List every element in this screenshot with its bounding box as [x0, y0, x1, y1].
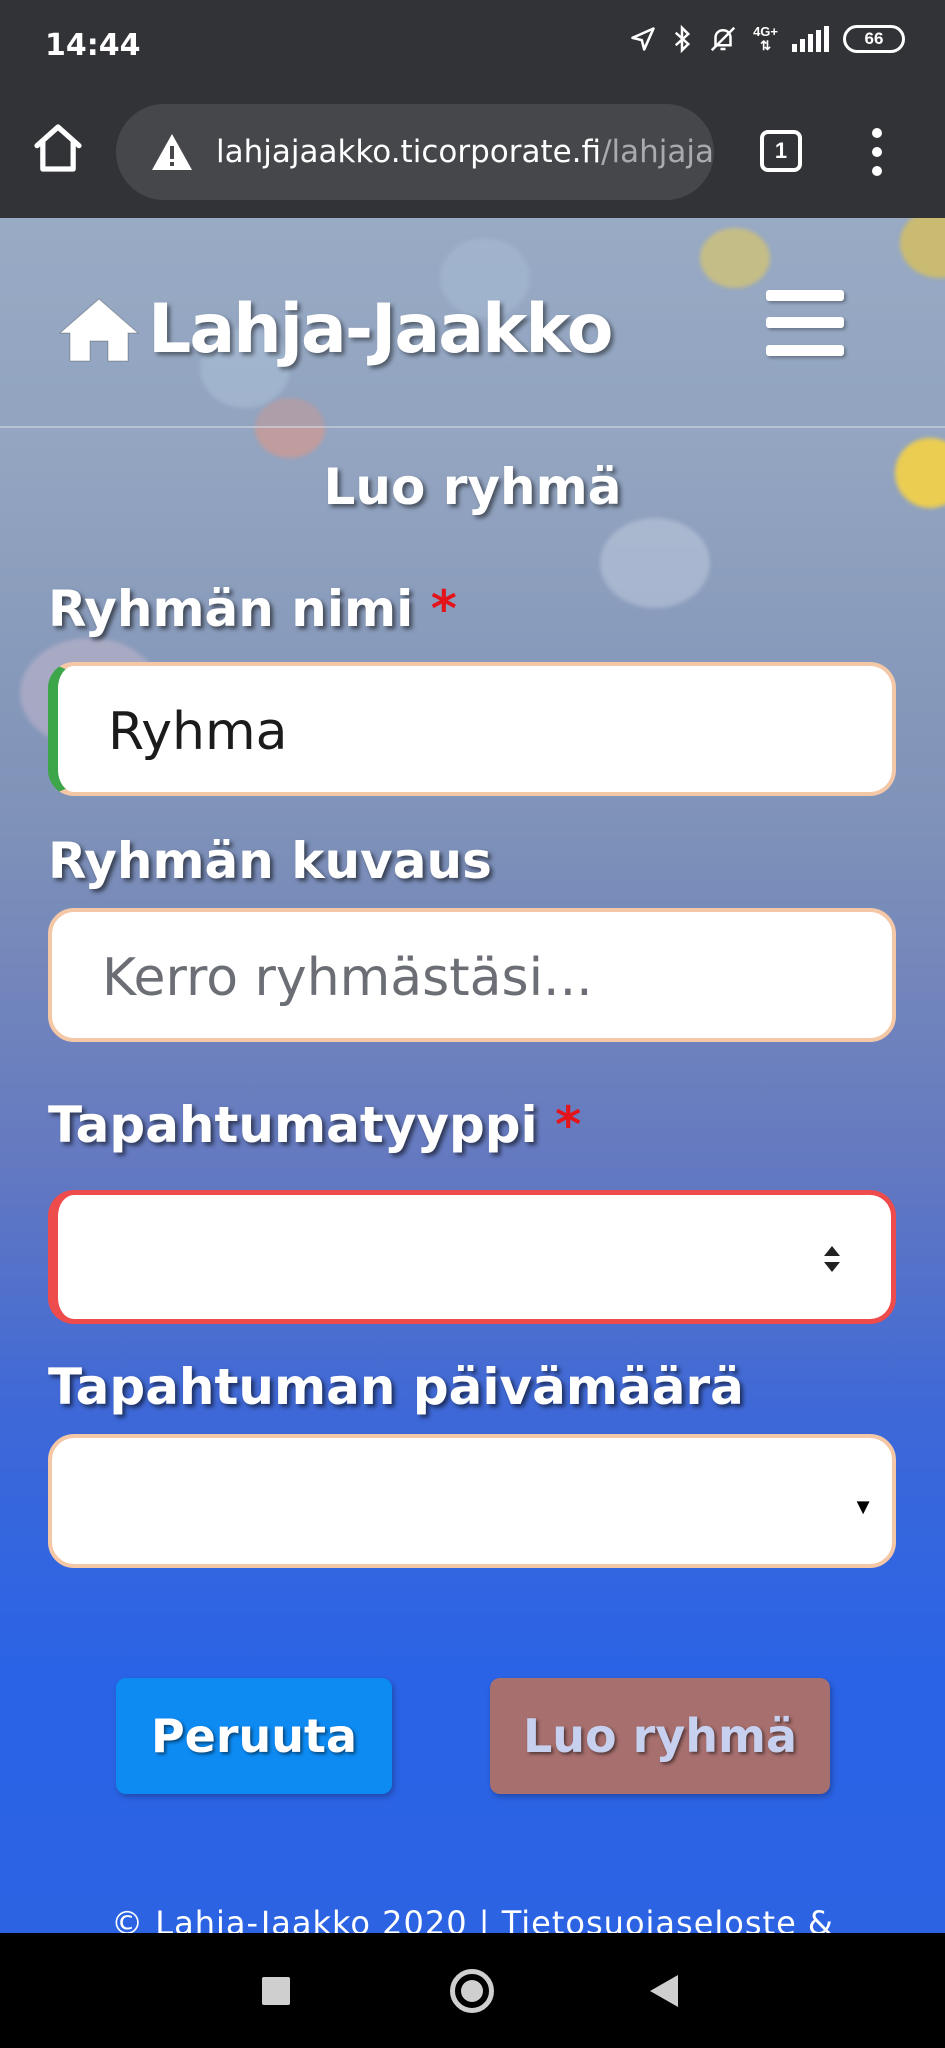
tab-switcher-button[interactable]: 1	[760, 130, 802, 172]
network-label: 4G+	[753, 24, 778, 39]
back-icon[interactable]	[650, 1975, 678, 2007]
url-text[interactable]: lahjajaakko.ticorporate.fi/lahjajaa	[216, 134, 714, 170]
page-content: Lahja-Jaakko Luo ryhmä Ryhmän nimi * Ryh…	[0, 218, 945, 1933]
footer-text[interactable]: © Lahja-Jaakko 2020 | Tietosuojaseloste …	[0, 1904, 945, 1933]
status-time: 14:44	[45, 28, 141, 63]
logo-text: Lahja-Jaakko	[148, 290, 613, 369]
group-description-placeholder: Kerro ryhmästäsi...	[102, 948, 593, 1008]
group-description-label: Ryhmän kuvaus	[48, 832, 492, 890]
browser-toolbar: lahjajaakko.ticorporate.fi/lahjajaa 1	[0, 90, 945, 218]
event-type-label: Tapahtumatyyppi *	[48, 1096, 581, 1154]
event-date-label: Tapahtuman päivämäärä	[48, 1358, 744, 1416]
hamburger-menu-icon[interactable]	[766, 290, 844, 356]
group-name-label: Ryhmän nimi *	[48, 580, 457, 638]
system-nav-bar	[0, 1933, 945, 2048]
required-marker: *	[555, 1096, 582, 1154]
house-icon	[58, 297, 140, 361]
battery-icon: 66	[843, 25, 905, 53]
site-logo[interactable]: Lahja-Jaakko	[56, 290, 613, 369]
event-type-select[interactable]	[48, 1190, 896, 1324]
group-name-input[interactable]: Ryhma	[48, 662, 896, 796]
address-bar[interactable]: lahjajaakko.ticorporate.fi/lahjajaa	[116, 104, 714, 200]
bokeh-light	[600, 518, 710, 608]
home-nav-icon[interactable]	[450, 1969, 494, 2013]
group-description-input[interactable]: Kerro ryhmästäsi...	[48, 908, 896, 1042]
warning-icon[interactable]	[150, 132, 194, 172]
data-arrows-icon: ⇅	[760, 38, 771, 53]
required-marker: *	[430, 580, 457, 638]
create-group-button[interactable]: Luo ryhmä	[490, 1678, 830, 1794]
url-host: lahjajaakko.ticorporate.fi	[216, 134, 602, 170]
select-arrows-icon	[824, 1246, 840, 1272]
site-header: Lahja-Jaakko	[0, 218, 945, 428]
home-icon[interactable]	[30, 120, 86, 176]
bluetooth-icon	[674, 24, 691, 54]
recent-apps-icon[interactable]	[262, 1977, 290, 2005]
event-type-label-text: Tapahtumatyyppi	[48, 1096, 538, 1154]
url-path: /lahjajaa	[601, 134, 714, 170]
group-name-label-text: Ryhmän nimi	[48, 580, 414, 638]
cancel-button[interactable]: Peruuta	[116, 1678, 392, 1794]
event-date-input[interactable]: ▼	[48, 1434, 896, 1568]
browser-menu-icon[interactable]	[862, 128, 892, 176]
battery-level: 66	[864, 29, 884, 48]
muted-bell-icon	[710, 26, 736, 52]
group-name-value: Ryhma	[108, 702, 288, 762]
location-arrow-icon	[631, 27, 655, 51]
status-bar: 14:44 4G+ ⇅ 66	[0, 0, 945, 90]
dropdown-arrow-icon: ▼	[852, 1494, 874, 1519]
network-type-label: 4G+ ⇅	[753, 25, 778, 53]
page-title: Luo ryhmä	[323, 458, 622, 516]
signal-icon	[792, 26, 829, 52]
status-icons: 4G+ ⇅ 66	[629, 24, 905, 54]
